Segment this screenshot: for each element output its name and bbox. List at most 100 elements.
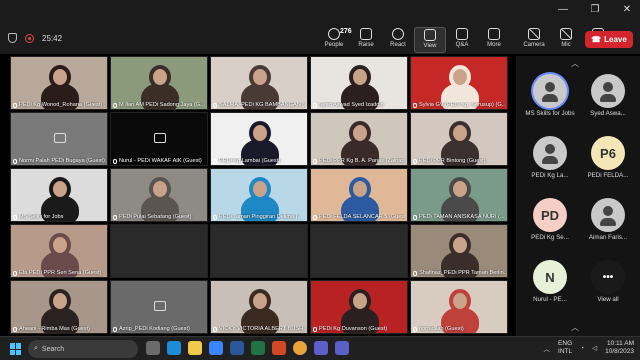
participant-card[interactable]: N Nurul - PE... — [520, 256, 580, 314]
tool-label: Raise — [358, 42, 374, 48]
system-tray: ︿ ENG INTL ◔ ◁ 10:11 AM 10/8/2023 — [544, 340, 634, 356]
tool-label: View — [423, 43, 437, 49]
taskbar-search[interactable]: ⌕ Search — [28, 340, 138, 358]
participant-face — [449, 233, 471, 257]
video-tile[interactable]: Aheani - Rimba Mas (Guest) — [10, 280, 108, 334]
mic-muted-icon — [113, 102, 117, 108]
video-tile[interactable]: Syed Aswad Syed Izaddin — [310, 56, 408, 110]
video-tile[interactable]: MS Skills for Jobs — [10, 168, 108, 222]
participant-card[interactable]: P6 PEDi FELDA... — [578, 132, 638, 190]
mic-muted-icon — [13, 102, 17, 108]
view-all-button[interactable]: ••• View all — [578, 256, 638, 314]
tool-more-button[interactable]: More — [478, 27, 510, 53]
volume-icon[interactable]: ◁ — [592, 344, 597, 352]
participant-face — [349, 177, 371, 201]
tool-qa-button[interactable]: Q&A — [446, 27, 478, 53]
video-tile[interactable]: PEDi FELDA SELANCAR 5 (Guest) — [310, 168, 408, 222]
chevron-up-icon[interactable]: ︿ — [571, 322, 579, 333]
participant-name: Normi Palah PEDi Bugaya (Guest) — [19, 158, 105, 164]
tool-react-button[interactable]: React — [382, 27, 414, 53]
tool-people-button[interactable]: 276 People — [318, 27, 352, 53]
video-tile[interactable]: Shafinaz_PEDi PPR Taman Berlin... — [410, 224, 508, 278]
video-tile[interactable]: Nurul - PEDi WAKAF AIK (Guest) — [110, 112, 208, 166]
participant-name: PEDi Kg Wonod_Rohana (Guest) — [19, 102, 103, 108]
video-tile[interactable]: Azrip_PEDi Kodiang (Guest) — [110, 280, 208, 334]
clock[interactable]: 10:11 AM 10/8/2023 — [605, 340, 634, 356]
mic-muted-icon — [113, 158, 117, 164]
video-tile[interactable]: Efa PEDI PPR Seri Sena (Guest) — [10, 224, 108, 278]
avatar — [591, 74, 625, 108]
participant-card[interactable]: Aiman Faris... — [578, 194, 638, 252]
participant-name: PEDi Pulai Sebatang (Guest) — [119, 214, 192, 220]
video-tile[interactable]: PEDi TAMAN ANISKASA NURI (... — [410, 168, 508, 222]
tile-name: Syed Aswad Syed Izaddin — [313, 102, 405, 108]
teams-meeting-icon[interactable] — [335, 341, 349, 355]
video-tile[interactable]: VICKY VICTORIA ALBERT BUSH... — [210, 280, 308, 334]
mic-muted-icon — [413, 158, 417, 164]
video-tile[interactable]: norfadilah (Guest) — [410, 280, 508, 334]
camera-off-icon — [154, 301, 166, 311]
participant-card[interactable]: MS Skills for Jobs — [520, 70, 580, 128]
participant-face — [449, 121, 471, 145]
video-tile[interactable]: PEDi PPR Kg B. A. Panas (Zainab... — [310, 112, 408, 166]
participant-face — [449, 289, 471, 313]
tool-camera-button[interactable]: Camera — [518, 27, 550, 53]
chevron-up-icon[interactable]: ︿ — [571, 58, 579, 69]
video-tile[interactable]: PEDi Kg Wonod_Rohana (Guest) — [10, 56, 108, 110]
video-tile[interactable]: PEDi Pulai Sebatang (Guest) — [110, 168, 208, 222]
task-view-icon[interactable] — [146, 341, 160, 355]
file-explorer-icon[interactable] — [188, 341, 202, 355]
excel-icon[interactable] — [251, 341, 265, 355]
mic-muted-icon — [213, 158, 217, 164]
maximize-icon[interactable]: ❐ — [588, 4, 602, 15]
leave-button[interactable]: ☎ Leave — [585, 31, 633, 48]
participant-card[interactable]: Syed Aswa... — [578, 70, 638, 128]
chevron-up-icon[interactable]: ︿ — [544, 343, 551, 353]
video-tile[interactable]: PEDi Kg Duvanson (Guest) — [310, 280, 408, 334]
video-tile[interactable]: Sylvia GV (PEDi Kg. Serusup) (G... — [410, 56, 508, 110]
close-icon[interactable]: ✕ — [620, 4, 634, 15]
tool-view-button[interactable]: View — [414, 27, 446, 53]
camera-icon — [528, 28, 541, 40]
view-icon — [424, 29, 436, 41]
participant-name: View all — [597, 296, 619, 303]
tool-label: More — [487, 42, 501, 48]
shield-icon[interactable] — [8, 33, 17, 43]
participant-face — [249, 289, 271, 313]
taskbar: ⌕ Search ︿ ENG INTL ◔ ◁ 10:11 AM 10/8/20… — [0, 336, 640, 360]
tool-raise-button[interactable]: Raise — [350, 27, 382, 53]
mic-muted-icon — [413, 326, 417, 332]
wifi-icon[interactable]: ◔ — [580, 345, 584, 352]
participant-name: MS Skills for Jobs — [525, 110, 575, 117]
avatar — [591, 198, 625, 232]
search-icon: ⌕ — [34, 345, 38, 352]
participant-name: Efa PEDI PPR Seri Sena (Guest) — [19, 270, 102, 276]
video-tile[interactable]: Normi Palah PEDi Bugaya (Guest) — [10, 112, 108, 166]
mic-icon — [560, 28, 573, 40]
participant-face — [49, 65, 71, 89]
video-tile[interactable]: PEDi Taman Pinggiran Delima (... — [210, 168, 308, 222]
video-tile[interactable]: PEDi PPR Bintong (Guest) — [410, 112, 508, 166]
word-icon[interactable] — [230, 341, 244, 355]
language-indicator[interactable]: ENG INTL — [558, 340, 572, 356]
store-icon[interactable] — [209, 341, 223, 355]
participant-name: Syed Aswa... — [590, 110, 626, 117]
video-tile[interactable]: PEDi Kg Lambai (Guest) — [210, 112, 308, 166]
minimize-icon[interactable]: — — [556, 4, 570, 15]
video-tile[interactable]: SALMA -PEDi KG BAMBANGAN (... — [210, 56, 308, 110]
avatar — [533, 74, 567, 108]
participant-name: PEDi PPR Kg B. A. Panas (Zainab... — [319, 158, 405, 164]
participant-card[interactable]: PEDi Kg La... — [520, 132, 580, 190]
edge-icon[interactable] — [167, 341, 181, 355]
teams-icon[interactable] — [314, 341, 328, 355]
tool-mic-button[interactable]: Mic — [550, 27, 582, 53]
windows-start-icon[interactable] — [10, 343, 22, 355]
chrome-icon[interactable] — [293, 341, 307, 355]
qa-icon — [456, 28, 468, 40]
video-tile[interactable]: M Ilan AM PEDi Sadong Jaya (G... — [110, 56, 208, 110]
powerpoint-icon[interactable] — [272, 341, 286, 355]
participant-card[interactable]: PD PEDi Kg Se... — [520, 194, 580, 252]
mic-muted-icon — [13, 326, 17, 332]
tile-name: Shafinaz_PEDi PPR Taman Berlin... — [413, 270, 505, 276]
participant-name: SALMA -PEDi KG BAMBANGAN (... — [219, 102, 305, 108]
